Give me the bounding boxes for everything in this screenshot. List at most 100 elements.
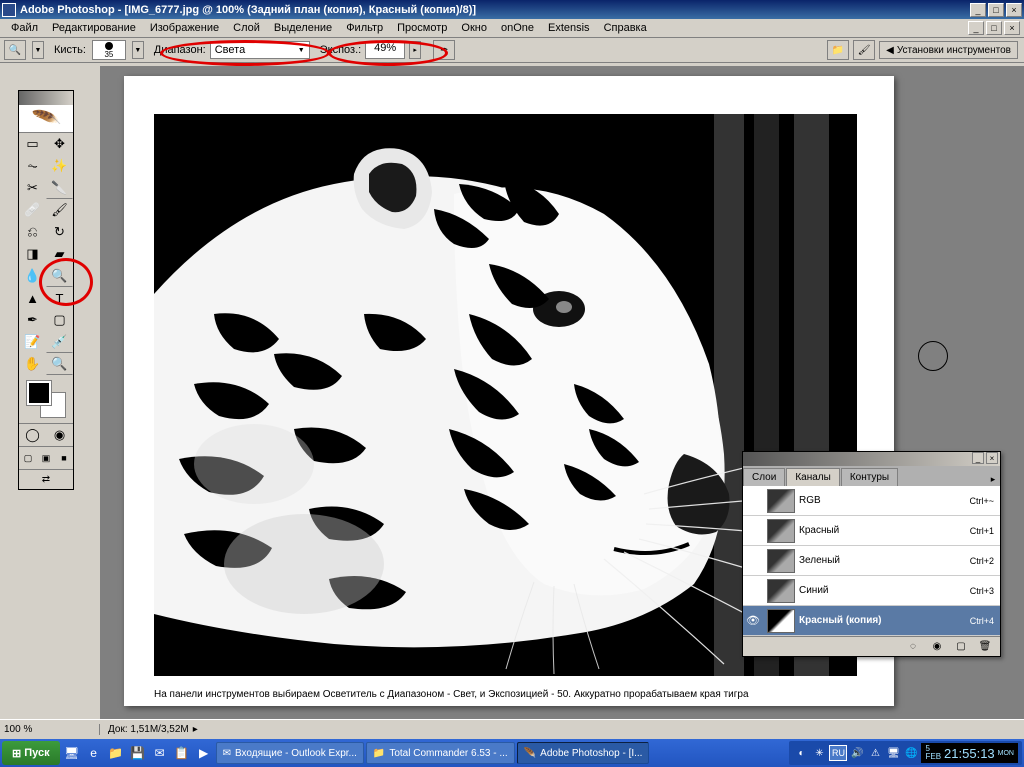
menu-edit[interactable]: Редактирование bbox=[45, 20, 143, 36]
new-channel-button[interactable]: ▢ bbox=[952, 639, 970, 655]
channel-green[interactable]: Зеленый Ctrl+2 bbox=[743, 546, 1000, 576]
panel-close-button[interactable]: × bbox=[986, 452, 998, 464]
tab-channels[interactable]: Каналы bbox=[786, 468, 840, 486]
task-totalcommander[interactable]: 📁 Total Commander 6.53 - ... bbox=[366, 742, 515, 764]
doc-minimize-button[interactable]: _ bbox=[968, 21, 984, 35]
brush-dropdown[interactable]: ▼ bbox=[132, 41, 144, 59]
menu-extensis[interactable]: Extensis bbox=[541, 20, 597, 36]
shape-tool[interactable]: ▢ bbox=[46, 309, 73, 331]
menu-bar: Файл Редактирование Изображение Слой Выд… bbox=[0, 19, 1024, 38]
tray-icon[interactable]: 🔊 bbox=[849, 745, 865, 761]
toolbox-header[interactable] bbox=[19, 91, 73, 105]
tray-icon[interactable]: ⚠ bbox=[867, 745, 883, 761]
menu-select[interactable]: Выделение bbox=[267, 20, 339, 36]
doc-maximize-button[interactable]: □ bbox=[986, 21, 1002, 35]
magic-wand-tool[interactable]: ✨ bbox=[46, 155, 73, 177]
slice-tool[interactable]: 🔪 bbox=[46, 177, 73, 199]
history-brush-tool[interactable]: ↻ bbox=[46, 221, 73, 243]
airbrush-toggle[interactable]: ✒ bbox=[433, 40, 455, 60]
menu-file[interactable]: Файл bbox=[4, 20, 45, 36]
delete-channel-button[interactable]: 🗑 bbox=[976, 639, 994, 655]
channel-blue[interactable]: Синий Ctrl+3 bbox=[743, 576, 1000, 606]
move-tool[interactable]: ✥ bbox=[46, 133, 73, 155]
path-selection-tool[interactable]: ▲ bbox=[19, 287, 46, 309]
marquee-tool[interactable]: ▭ bbox=[19, 133, 46, 155]
notes-tool[interactable]: 📝 bbox=[19, 331, 46, 353]
exposure-slider-button[interactable]: ▸ bbox=[409, 41, 421, 59]
menu-view[interactable]: Просмотр bbox=[390, 20, 454, 36]
exposure-input[interactable]: 49% bbox=[365, 41, 405, 59]
channel-red-copy[interactable]: 👁 Красный (копия) Ctrl+4 bbox=[743, 606, 1000, 636]
blur-tool[interactable]: 💧 bbox=[19, 265, 46, 287]
file-browser-button[interactable]: 📁 bbox=[827, 40, 849, 60]
quicklaunch-app3[interactable]: ✉ bbox=[150, 743, 170, 763]
panel-menu-button[interactable]: ▸ bbox=[986, 472, 1000, 486]
zoom-level[interactable]: 100 % bbox=[0, 724, 100, 735]
eraser-tool[interactable]: ◨ bbox=[19, 243, 46, 265]
start-button[interactable]: ⊞Пуск bbox=[2, 741, 60, 765]
tool-presets-button[interactable]: ◀ Установки инструментов bbox=[879, 41, 1018, 59]
quickmask-mode[interactable]: ◉ bbox=[46, 424, 73, 446]
tray-icon[interactable]: 🌐 bbox=[903, 745, 919, 761]
hand-tool[interactable]: ✋ bbox=[19, 353, 46, 375]
task-photoshop[interactable]: 🪶 Adobe Photoshop - [I... bbox=[517, 742, 650, 764]
app-icon bbox=[2, 3, 16, 17]
screen-mode-standard[interactable]: ▢ bbox=[19, 447, 37, 469]
visibility-toggle[interactable]: 👁 bbox=[743, 614, 763, 627]
tool-preset-dropdown[interactable]: ▼ bbox=[32, 41, 44, 59]
type-tool[interactable]: T bbox=[46, 287, 73, 309]
taskbar-clock[interactable]: 5FEB 21:55:13 MON bbox=[921, 743, 1018, 763]
menu-image[interactable]: Изображение bbox=[143, 20, 226, 36]
screen-mode-full[interactable]: ■ bbox=[55, 447, 73, 469]
range-select[interactable]: Света ▼ bbox=[210, 41, 310, 59]
save-selection-button[interactable]: ◉ bbox=[928, 639, 946, 655]
pen-tool[interactable]: ✒ bbox=[19, 309, 46, 331]
eyedropper-tool[interactable]: 💉 bbox=[46, 331, 73, 353]
jump-to-imageready[interactable]: ⇄ bbox=[19, 469, 73, 489]
brushes-palette-button[interactable]: 🖌 bbox=[853, 40, 875, 60]
doc-close-button[interactable]: × bbox=[1004, 21, 1020, 35]
healing-brush-tool[interactable]: 🩹 bbox=[19, 199, 46, 221]
exposure-label: Экспоз.: bbox=[320, 44, 361, 56]
tray-icon[interactable]: ◐ bbox=[793, 745, 809, 761]
quicklaunch-app2[interactable]: 💾 bbox=[128, 743, 148, 763]
channel-rgb[interactable]: RGB Ctrl+~ bbox=[743, 486, 1000, 516]
brush-tool[interactable]: 🖌 bbox=[46, 199, 73, 221]
dodge-tool-indicator[interactable]: 🔍 bbox=[4, 40, 26, 60]
menu-help[interactable]: Справка bbox=[597, 20, 654, 36]
menu-onone[interactable]: onOne bbox=[494, 20, 541, 36]
menu-window[interactable]: Окно bbox=[454, 20, 494, 36]
quicklaunch-ie[interactable]: e bbox=[84, 743, 104, 763]
tray-icon[interactable]: 🖥 bbox=[885, 745, 901, 761]
quicklaunch-app4[interactable]: 📋 bbox=[172, 743, 192, 763]
task-outlook[interactable]: ✉ Входящие - Outlook Expr... bbox=[216, 742, 364, 764]
maximize-button[interactable]: □ bbox=[988, 3, 1004, 17]
crop-tool[interactable]: ✂ bbox=[19, 177, 46, 199]
clone-stamp-tool[interactable]: ⎌ bbox=[19, 221, 46, 243]
zoom-tool[interactable]: 🔍 bbox=[46, 353, 73, 375]
panel-titlebar[interactable]: _ × bbox=[743, 452, 1000, 466]
channels-panel: _ × Слои Каналы Контуры ▸ RGB Ctrl+~ Кра… bbox=[742, 451, 1001, 657]
standard-mode[interactable]: ◯ bbox=[19, 424, 46, 446]
menu-filter[interactable]: Фильтр bbox=[339, 20, 390, 36]
minimize-button[interactable]: _ bbox=[970, 3, 986, 17]
photoshop-logo[interactable]: 🪶 bbox=[19, 105, 73, 133]
tray-icon[interactable]: ✳ bbox=[811, 745, 827, 761]
panel-minimize-button[interactable]: _ bbox=[972, 452, 984, 464]
screen-mode-full-menu[interactable]: ▣ bbox=[37, 447, 55, 469]
brush-preview[interactable]: 35 bbox=[92, 40, 126, 60]
gradient-tool[interactable]: ▰ bbox=[46, 243, 73, 265]
foreground-color[interactable] bbox=[27, 381, 51, 405]
menu-layer[interactable]: Слой bbox=[226, 20, 267, 36]
load-selection-button[interactable]: ◌ bbox=[904, 639, 922, 655]
language-indicator[interactable]: RU bbox=[829, 745, 847, 761]
quicklaunch-desktop[interactable]: 🖥 bbox=[62, 743, 82, 763]
channel-red[interactable]: Красный Ctrl+1 bbox=[743, 516, 1000, 546]
lasso-tool[interactable]: ⏦ bbox=[19, 155, 46, 177]
quicklaunch-app5[interactable]: ▶ bbox=[194, 743, 214, 763]
tab-layers[interactable]: Слои bbox=[743, 468, 785, 486]
tab-paths[interactable]: Контуры bbox=[841, 468, 898, 486]
close-button[interactable]: × bbox=[1006, 3, 1022, 17]
dodge-tool[interactable]: 🔍 bbox=[46, 265, 73, 287]
quicklaunch-app1[interactable]: 📁 bbox=[106, 743, 126, 763]
